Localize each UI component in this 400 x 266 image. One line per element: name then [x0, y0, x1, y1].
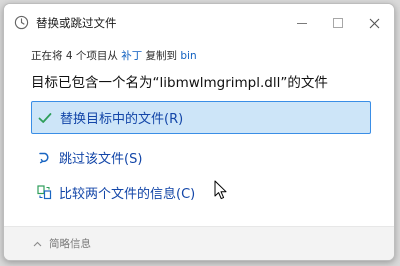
details-toggle[interactable]: 简略信息	[33, 236, 91, 251]
replace-option[interactable]: 替换目标中的文件(R)	[31, 101, 371, 134]
compare-option-label: 比较两个文件的信息(C)	[59, 187, 196, 202]
window-title: 替换或跳过文件	[36, 16, 117, 30]
replace-or-skip-dialog: 替换或跳过文件 正在将 4 个项目从 补丁 复制到 bin 目标已包含一个名为“…	[3, 3, 395, 261]
maximize-icon	[333, 18, 343, 28]
maximize-button[interactable]	[322, 12, 354, 34]
mouse-cursor-icon	[214, 180, 227, 200]
compare-icon	[37, 185, 52, 200]
conflict-heading: 目标已包含一个名为“libmwlmgrimpl.dll”的文件	[31, 75, 328, 91]
skip-icon	[39, 152, 49, 163]
minimize-button[interactable]	[286, 12, 318, 34]
source-folder-link[interactable]: 补丁	[121, 50, 142, 62]
copy-info: 正在将 4 个项目从 补丁 复制到 bin	[31, 48, 197, 63]
replace-option-label: 替换目标中的文件(R)	[60, 112, 184, 127]
copy-info-middle: 复制到	[145, 50, 178, 62]
minimize-icon	[297, 22, 307, 24]
skip-option[interactable]: 跳过该文件(S)	[31, 141, 371, 174]
title-bar[interactable]: 替换或跳过文件	[4, 4, 394, 40]
dialog-icon	[14, 15, 29, 30]
close-button[interactable]	[358, 12, 390, 34]
skip-option-label: 跳过该文件(S)	[59, 152, 143, 167]
close-icon	[369, 18, 379, 28]
copy-info-prefix: 正在将 4 个项目从	[31, 50, 118, 62]
dialog-footer: 简略信息	[4, 226, 394, 260]
compare-option[interactable]: 比较两个文件的信息(C)	[31, 176, 371, 209]
destination-folder-link[interactable]: bin	[180, 50, 196, 62]
checkmark-icon	[38, 112, 52, 123]
details-toggle-label: 简略信息	[49, 238, 91, 250]
chevron-up-icon	[33, 241, 42, 246]
